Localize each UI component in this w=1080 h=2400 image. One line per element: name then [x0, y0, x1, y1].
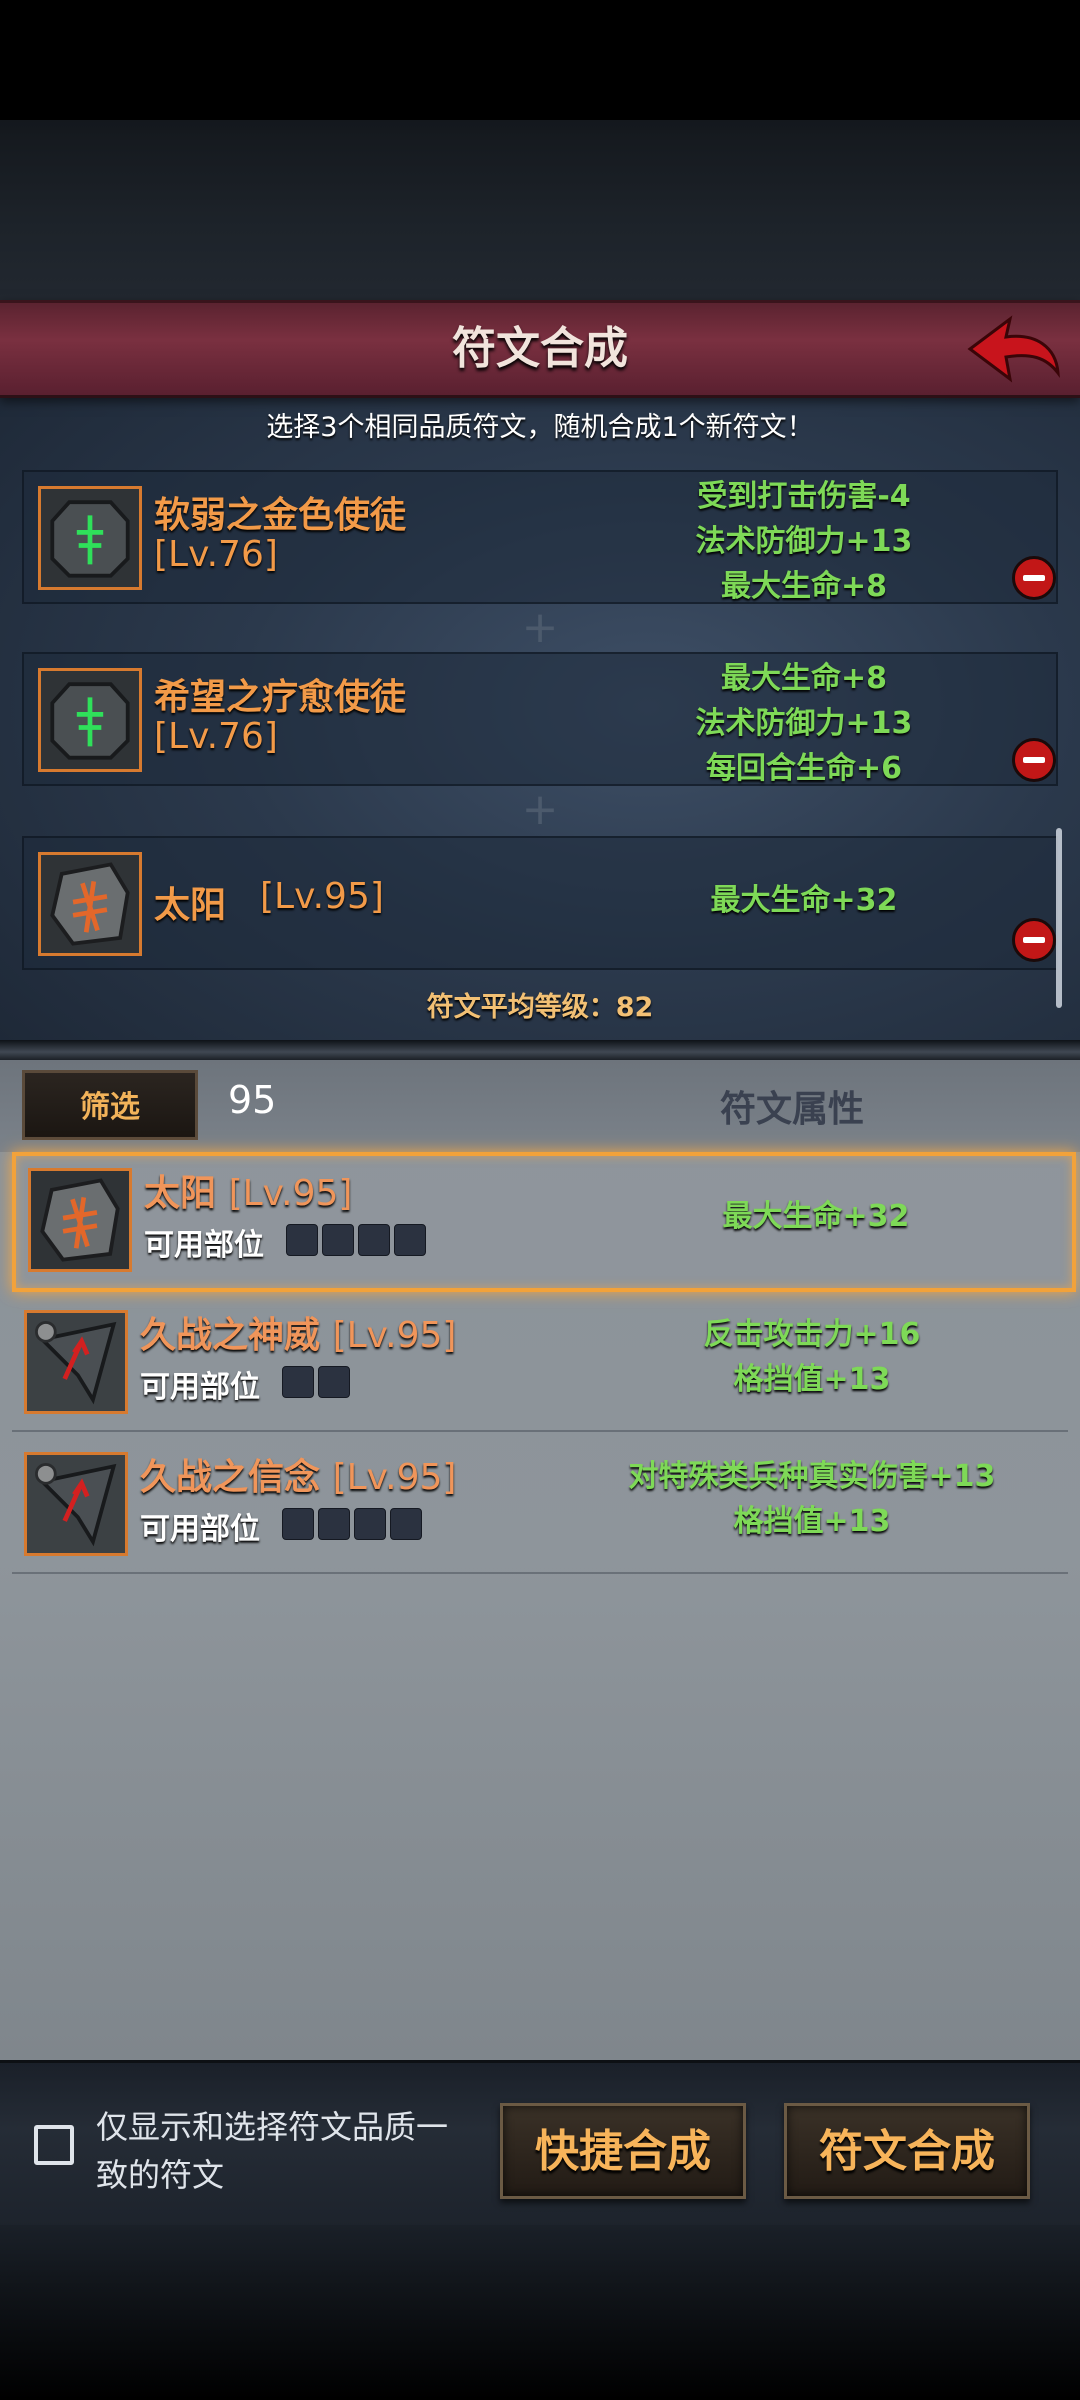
bottom-bar: 仅显示和选择符文品质一致的符文 快捷合成 符文合成: [0, 2060, 1080, 2228]
rune-attr: 法术防御力+13: [695, 706, 913, 741]
sun-rune-icon: [50, 862, 130, 946]
rune-name-text: 久战之信念: [140, 1457, 321, 1498]
rune-level: [Lv.95]: [228, 1173, 353, 1214]
rune-name: 软弱之金色使徒: [154, 495, 407, 536]
scrollbar[interactable]: [1056, 828, 1062, 1008]
rune-list-item[interactable]: 久战之神威 [Lv.95] 可用部位 反击攻击力+16 格挡值+13: [12, 1298, 1068, 1432]
rune-attrs: 最大生命+32: [584, 878, 1024, 923]
filter-value: 95: [228, 1078, 277, 1122]
rune-attr: 最大生命+8: [720, 569, 887, 604]
remove-rune-button[interactable]: [1012, 918, 1056, 962]
average-level: 符文平均等级：82: [426, 992, 654, 1023]
part-icons: [282, 1508, 422, 1540]
remove-rune-button[interactable]: [1012, 738, 1056, 782]
rune-attr: 最大生命+32: [710, 883, 898, 918]
rune-attrs: 最大生命+32: [576, 1194, 1056, 1239]
blade-rune-icon: [27, 1455, 125, 1553]
usable-parts-label: 可用部位: [140, 1370, 260, 1405]
rune-attr: 法术防御力+13: [695, 524, 913, 559]
weapon-part-icon: [282, 1366, 314, 1398]
rune-attr: 最大生命+32: [722, 1199, 910, 1234]
back-arrow-icon: [967, 315, 1060, 383]
panel-divider: [0, 1040, 1080, 1060]
rune-name: 久战之信念 [Lv.95]: [140, 1448, 456, 1500]
usable-parts-label: 可用部位: [140, 1512, 260, 1547]
rune-attrs: 受到打击伤害-4 法术防御力+13 最大生命+8: [584, 474, 1024, 609]
page-title: 符文合成: [452, 323, 628, 374]
top-background: [0, 120, 1080, 300]
rune-slot-icon: [38, 486, 142, 590]
sun-rune-icon: [40, 1178, 120, 1262]
rune-attr: 对特殊类兵种真实伤害+13: [628, 1459, 996, 1494]
plus-icon: +: [521, 784, 559, 835]
back-button[interactable]: [966, 311, 1062, 387]
weapon-part-icon: [282, 1508, 314, 1540]
rune-name-text: 久战之神威: [140, 1315, 321, 1356]
rune-list-item[interactable]: 久战之信念 [Lv.95] 可用部位 对特殊类兵种真实伤害+13 格挡值+13: [12, 1440, 1068, 1574]
rune-attr: 每回合生命+6: [705, 751, 902, 786]
rune-name: 太阳: [154, 885, 227, 926]
rune-attrs: 最大生命+8 法术防御力+13 每回合生命+6: [584, 656, 1024, 791]
boots-part-icon: [354, 1508, 386, 1540]
green-rune-icon: [50, 500, 130, 578]
blade-rune-icon: [27, 1313, 125, 1411]
part-icons: [282, 1366, 350, 1398]
accessory-part-icon: [394, 1224, 426, 1256]
rune-level: [Lv.95]: [332, 1315, 457, 1356]
rune-slot-icon: [38, 668, 142, 772]
accessory-part-icon: [318, 1366, 350, 1398]
filter-bar: 筛选 95 符文属性: [0, 1060, 1080, 1152]
plus-icon: +: [521, 602, 559, 653]
rune-slot-2[interactable]: 希望之疗愈使徒 [Lv.76] 最大生命+8 法术防御力+13 每回合生命+6: [22, 652, 1058, 786]
usable-parts-label: 可用部位: [144, 1228, 264, 1263]
rune-name-text: 太阳: [144, 1173, 217, 1214]
bottom-background: [0, 2225, 1080, 2400]
rune-name: 太阳 [Lv.95]: [144, 1164, 352, 1216]
rune-attr: 反击攻击力+16: [703, 1317, 921, 1352]
armor-part-icon: [286, 1224, 318, 1256]
armor-part-icon: [318, 1508, 350, 1540]
quality-filter-checkbox[interactable]: [34, 2125, 74, 2165]
remove-rune-button[interactable]: [1012, 556, 1056, 600]
part-icons: [286, 1224, 426, 1256]
rune-name: 希望之疗愈使徒: [154, 677, 407, 718]
rune-slot-1[interactable]: 软弱之金色使徒 [Lv.76] 受到打击伤害-4 法术防御力+13 最大生命+8: [22, 470, 1058, 604]
rune-list-item[interactable]: 太阳 [Lv.95] 可用部位 最大生命+32: [12, 1152, 1076, 1292]
rune-icon: [24, 1452, 128, 1556]
attributes-header: 符文属性: [720, 1089, 865, 1130]
rune-attr: 格挡值+13: [733, 1362, 891, 1397]
green-rune-icon: [50, 682, 130, 760]
title-bar: 符文合成: [0, 300, 1080, 398]
rune-icon: [24, 1310, 128, 1414]
rune-level: [Lv.76]: [154, 716, 278, 757]
helmet-part-icon: [322, 1224, 354, 1256]
rune-attr: 最大生命+8: [720, 661, 887, 696]
instruction-text: 选择3个相同品质符文，随机合成1个新符文！: [266, 412, 814, 443]
rune-synthesis-button[interactable]: 符文合成: [784, 2103, 1030, 2199]
rune-attrs: 反击攻击力+16 格挡值+13: [572, 1312, 1052, 1402]
rune-level: [Lv.76]: [154, 534, 278, 575]
quality-filter-label: 仅显示和选择符文品质一致的符文: [96, 2108, 449, 2194]
rune-attrs: 对特殊类兵种真实伤害+13 格挡值+13: [572, 1454, 1052, 1544]
filter-button[interactable]: 筛选: [22, 1070, 198, 1140]
boots-part-icon: [358, 1224, 390, 1256]
rune-level: [Lv.95]: [260, 876, 384, 917]
rune-attr: 受到打击伤害-4: [697, 479, 911, 514]
rune-icon: [28, 1168, 132, 1272]
rune-level: [Lv.95]: [332, 1457, 457, 1498]
rune-slot-3[interactable]: 太阳 [Lv.95] 最大生命+32: [22, 836, 1058, 970]
rune-attr: 格挡值+13: [733, 1504, 891, 1539]
rune-name: 久战之神威 [Lv.95]: [140, 1306, 456, 1358]
quick-synthesis-button[interactable]: 快捷合成: [500, 2103, 746, 2199]
rune-slot-icon: [38, 852, 142, 956]
accessory-part-icon: [390, 1508, 422, 1540]
